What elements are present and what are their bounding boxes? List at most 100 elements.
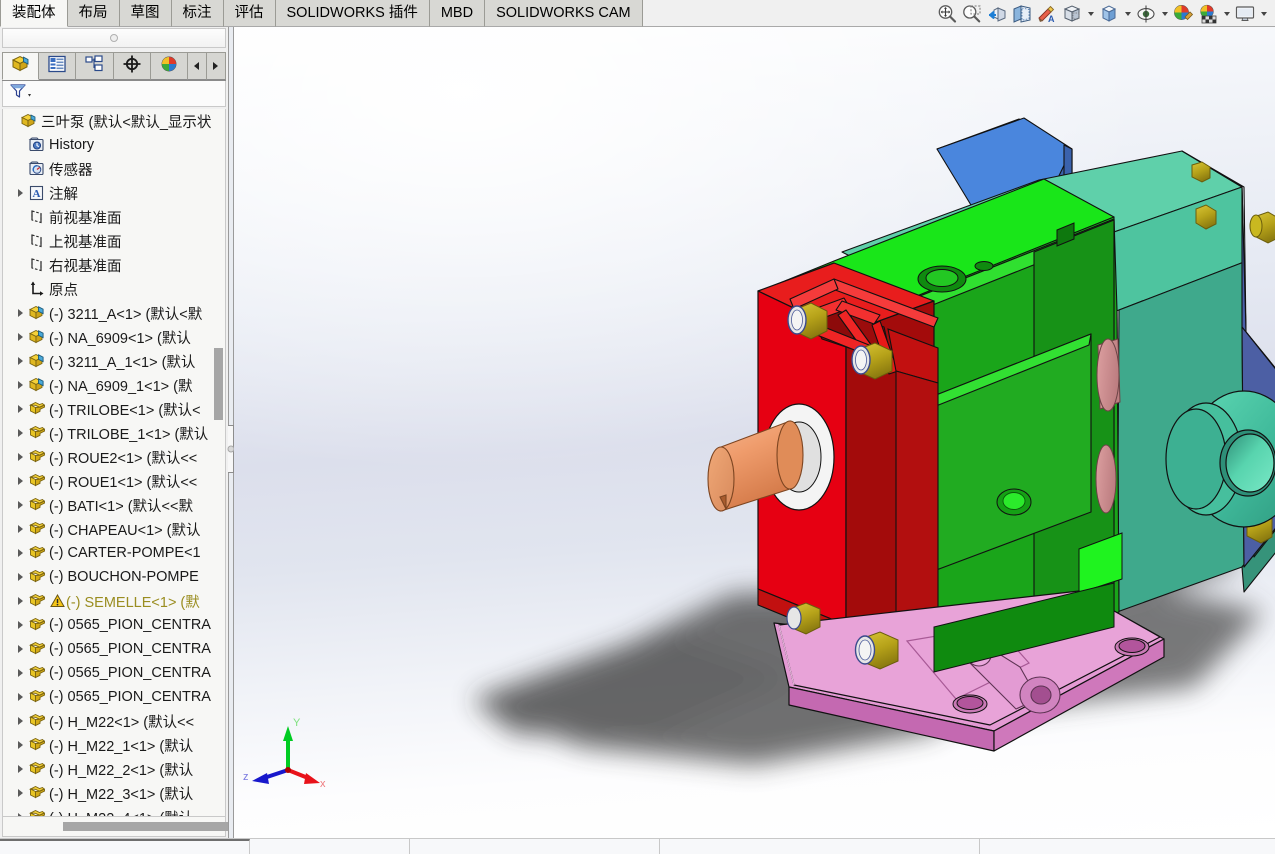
manager-tab-next-button[interactable] — [206, 52, 226, 80]
tree-expand-arrow[interactable] — [13, 621, 27, 629]
tree-expand-arrow[interactable] — [13, 597, 27, 605]
ribbon-tab-5[interactable]: 评估 — [223, 0, 276, 27]
green-pad-counterbore[interactable] — [996, 488, 1032, 516]
tree-node-13[interactable]: (-) TRILOBE<1> (默认< — [3, 397, 225, 421]
feature-manager-tab[interactable] — [2, 52, 40, 80]
tree-node-7[interactable]: 右视基准面 — [3, 253, 225, 277]
property-manager-tab[interactable] — [39, 52, 77, 80]
tree-node-18[interactable]: (-) CHAPEAU<1> (默认 — [3, 517, 225, 541]
tree-expand-arrow[interactable] — [13, 429, 27, 437]
tree-node-26[interactable]: (-) H_M22<1> (默认<< — [3, 709, 225, 733]
configuration-manager-tab[interactable] — [76, 52, 114, 80]
brass-nut-base-front[interactable] — [854, 631, 899, 670]
tree-expand-arrow[interactable] — [13, 381, 27, 389]
tree-node-30[interactable]: (-) H_M22_4<1> (默认 — [3, 805, 225, 816]
dimxpert-manager-tab[interactable] — [113, 52, 151, 80]
view-settings-dropdown-caret[interactable] — [1258, 2, 1269, 26]
tree-node-label: (-) H_M22<1> (默认<< — [49, 714, 195, 731]
tree-expand-arrow[interactable] — [13, 645, 27, 653]
tree-expand-arrow[interactable] — [13, 501, 27, 509]
display-manager-tab[interactable] — [150, 52, 188, 80]
tree-expand-arrow[interactable] — [13, 309, 27, 317]
display-style-dropdown-caret[interactable] — [1122, 2, 1133, 26]
feature-tree-scroll-area: 三叶泵 (默认<默认_显示状 History 传感器 A 注解 前视基准面 上视基准面 右视基… — [2, 109, 226, 817]
tree-node-19[interactable]: (-) CARTER-POMPE<1 — [3, 541, 225, 565]
previous-view-icon[interactable] — [985, 2, 1009, 26]
tree-expand-arrow[interactable] — [13, 765, 27, 773]
ribbon-tab-1[interactable]: 装配体 — [0, 0, 68, 27]
ribbon-tab-7[interactable]: MBD — [429, 0, 486, 27]
manager-tab-prev-button[interactable] — [187, 52, 207, 80]
view-settings-icon[interactable] — [1233, 2, 1257, 26]
hide-show-items-icon[interactable] — [1134, 2, 1158, 26]
apply-scene-icon[interactable] — [1196, 2, 1220, 26]
tree-node-28[interactable]: (-) H_M22_2<1> (默认 — [3, 757, 225, 781]
panel-grip-bar[interactable] — [2, 28, 226, 48]
view-orientation-dropdown-caret[interactable] — [1085, 2, 1096, 26]
tree-node-27[interactable]: (-) H_M22_1<1> (默认 — [3, 733, 225, 757]
tree-expand-arrow[interactable] — [13, 741, 27, 749]
hide-show-items-dropdown-caret[interactable] — [1159, 2, 1170, 26]
chevron-right-icon — [17, 429, 23, 437]
tree-node-24[interactable]: (-) 0565_PION_CENTRA — [3, 661, 225, 685]
appearances-icon[interactable]: A — [1035, 2, 1059, 26]
tree-expand-arrow[interactable] — [13, 477, 27, 485]
feature-filter-bar[interactable] — [2, 81, 226, 107]
tree-vertical-scrollbar[interactable] — [213, 110, 224, 816]
tree-node-15[interactable]: (-) ROUE2<1> (默认<< — [3, 445, 225, 469]
tree-node-8[interactable]: 原点 — [3, 277, 225, 301]
tree-node-9[interactable]: (-) 3211_A<1> (默认<默 — [3, 301, 225, 325]
brass-nut-lower[interactable] — [851, 342, 893, 380]
tree-vertical-scroll-thumb[interactable] — [214, 348, 223, 420]
graphics-viewport[interactable]: Y z x — [234, 27, 1275, 838]
tree-node-6[interactable]: 上视基准面 — [3, 229, 225, 253]
tree-expand-arrow[interactable] — [13, 357, 27, 365]
tree-node-3[interactable]: 传感器 — [3, 157, 225, 181]
tree-node-2[interactable]: History — [3, 133, 225, 157]
tree-expand-arrow[interactable] — [13, 405, 27, 413]
assembly-model-3d[interactable] — [234, 27, 1275, 838]
tree-expand-arrow[interactable] — [13, 573, 27, 581]
tree-node-1[interactable]: 三叶泵 (默认<默认_显示状 — [3, 109, 225, 133]
view-orientation-icon[interactable] — [1060, 2, 1084, 26]
section-view-icon[interactable] — [1010, 2, 1034, 26]
tree-expand-arrow[interactable] — [13, 549, 27, 557]
tree-expand-arrow[interactable] — [13, 693, 27, 701]
ribbon-tab-6[interactable]: SOLIDWORKS 插件 — [275, 0, 430, 27]
tree-node-22[interactable]: (-) 0565_PION_CENTRA — [3, 613, 225, 637]
brass-nut-rear-top[interactable] — [1249, 211, 1275, 244]
tree-expand-arrow[interactable] — [13, 525, 27, 533]
tree-node-12[interactable]: (-) NA_6909_1<1> (默 — [3, 373, 225, 397]
ribbon-tab-2[interactable]: 布局 — [67, 0, 120, 27]
tree-expand-arrow[interactable] — [13, 717, 27, 725]
zoom-to-fit-icon[interactable] — [935, 2, 959, 26]
tree-node-25[interactable]: (-) 0565_PION_CENTRA — [3, 685, 225, 709]
chevron-down-icon — [1260, 11, 1267, 16]
tree-node-10[interactable]: (-) NA_6909<1> (默认 — [3, 325, 225, 349]
tree-node-5[interactable]: 前视基准面 — [3, 205, 225, 229]
tree-expand-arrow[interactable] — [13, 669, 27, 677]
tree-node-23[interactable]: (-) 0565_PION_CENTRA — [3, 637, 225, 661]
apply-scene-dropdown-caret[interactable] — [1221, 2, 1232, 26]
tree-node-16[interactable]: (-) ROUE1<1> (默认<< — [3, 469, 225, 493]
tree-expand-arrow[interactable] — [13, 789, 27, 797]
brass-nut-upper[interactable] — [787, 302, 828, 340]
ribbon-tab-8[interactable]: SOLIDWORKS CAM — [485, 0, 643, 27]
tree-node-14[interactable]: (-) TRILOBE_1<1> (默认 — [3, 421, 225, 445]
tree-expand-arrow[interactable] — [13, 333, 27, 341]
ribbon-tab-4[interactable]: 标注 — [171, 0, 224, 27]
tree-expand-arrow[interactable] — [13, 189, 27, 197]
tree-node-20[interactable]: (-) BOUCHON-POMPE — [3, 565, 225, 589]
feature-tree: 三叶泵 (默认<默认_显示状 History 传感器 A 注解 前视基准面 上视基准面 右视基… — [3, 109, 225, 816]
tree-node-29[interactable]: (-) H_M22_3<1> (默认 — [3, 781, 225, 805]
tree-expand-arrow[interactable] — [13, 453, 27, 461]
zoom-to-area-icon[interactable] — [960, 2, 984, 26]
display-style-icon[interactable] — [1097, 2, 1121, 26]
tree-node-21[interactable]: (-) SEMELLE<1> (默 — [3, 589, 225, 613]
tree-horizontal-scrollbar[interactable] — [2, 817, 267, 837]
tree-node-11[interactable]: (-) 3211_A_1<1> (默认 — [3, 349, 225, 373]
ribbon-tab-3[interactable]: 草图 — [119, 0, 172, 27]
tree-node-4[interactable]: A 注解 — [3, 181, 225, 205]
edit-appearance-icon[interactable] — [1171, 2, 1195, 26]
tree-node-17[interactable]: (-) BATI<1> (默认<<默 — [3, 493, 225, 517]
